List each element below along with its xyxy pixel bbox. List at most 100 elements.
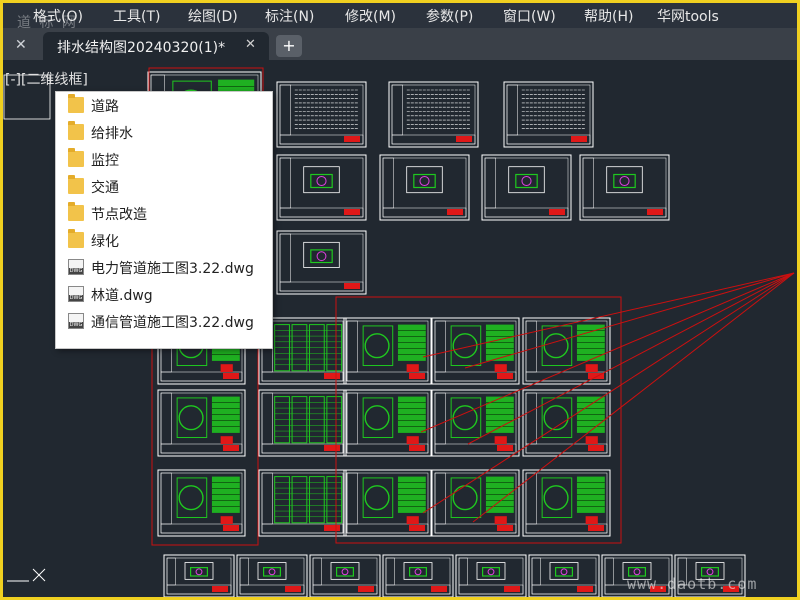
title-block-mark <box>409 373 425 379</box>
title-block-mark <box>409 525 425 531</box>
viewport-controls[interactable]: [-][二维线框] <box>5 69 88 89</box>
detail-outline <box>257 562 287 580</box>
stamp <box>585 436 598 445</box>
title-block-mark <box>324 445 340 451</box>
stamp <box>406 436 419 445</box>
left-column <box>458 557 468 586</box>
menu-dimension[interactable]: 标注(N) <box>265 6 314 26</box>
list-item[interactable]: 给排水 <box>56 119 272 146</box>
detail-circle <box>419 175 430 187</box>
list-item[interactable]: 交通 <box>56 173 272 200</box>
plan-circle <box>364 405 390 431</box>
left-column <box>279 84 291 136</box>
left-column <box>382 157 394 209</box>
file-dropdown: 道路 给排水 监控 交通 节点改造 绿化 电力管道施工图3.22.dwg 林道.… <box>55 91 273 349</box>
ucs-icon <box>7 568 46 582</box>
stamp <box>220 436 233 445</box>
left-column <box>385 557 395 586</box>
plan-circle <box>178 485 204 511</box>
watermark-bottom: www.daotb.com <box>627 575 758 593</box>
left-column <box>525 472 537 525</box>
detail-circle <box>341 568 349 576</box>
rebar-table <box>397 396 426 433</box>
menu-draw[interactable]: 绘图(D) <box>188 6 238 26</box>
list-item[interactable]: 绿化 <box>56 227 272 254</box>
autocad-window: 格式(O) 工具(T) 绘图(D) 标注(N) 修改(M) 参数(P) 窗口(W… <box>0 0 800 600</box>
title-block-mark <box>431 586 447 592</box>
detail-circle <box>414 568 422 576</box>
rebar-table <box>211 396 240 433</box>
folder-icon <box>68 121 84 140</box>
list-item[interactable]: 电力管道施工图3.22.dwg <box>56 254 272 281</box>
tab-close-icon[interactable]: ✕ <box>15 37 27 53</box>
title-block-mark <box>409 445 425 451</box>
dwg-file-icon <box>68 286 84 302</box>
list-item[interactable]: 监控 <box>56 146 272 173</box>
stamp <box>494 436 507 445</box>
title-block-mark <box>497 373 513 379</box>
menu-bar: 格式(O) 工具(T) 绘图(D) 标注(N) 修改(M) 参数(P) 窗口(W… <box>3 3 797 31</box>
stamp <box>220 364 233 373</box>
title-block-mark <box>344 136 360 142</box>
left-column <box>391 84 403 136</box>
list-item[interactable]: 林道.dwg <box>56 281 272 308</box>
menu-huawang-tools[interactable]: 华网tools <box>657 6 719 26</box>
list-item[interactable]: 通信管道施工图3.22.dwg <box>56 308 272 335</box>
folder-icon <box>68 94 84 113</box>
left-column <box>261 472 273 525</box>
dwg-file-icon <box>68 259 84 275</box>
title-block-mark <box>571 136 587 142</box>
list-item[interactable]: 节点改造 <box>56 200 272 227</box>
title-block-mark <box>223 445 239 451</box>
menu-window[interactable]: 窗口(W) <box>503 6 556 26</box>
left-column <box>582 157 594 209</box>
stamp <box>406 364 419 373</box>
title-block-mark <box>223 525 239 531</box>
left-column <box>346 472 358 525</box>
menu-parameter[interactable]: 参数(P) <box>426 6 473 26</box>
detail-circle <box>560 568 568 576</box>
folder-icon <box>68 229 84 248</box>
detail-outline <box>549 562 579 580</box>
left-column <box>279 157 291 209</box>
menu-modify[interactable]: 修改(M) <box>345 6 396 26</box>
menu-tools[interactable]: 工具(T) <box>113 6 160 26</box>
tab-drawing[interactable]: 排水结构图20240320(1)* ✕ <box>43 32 269 60</box>
rebar-table <box>576 396 605 433</box>
new-tab-button[interactable]: + <box>276 35 302 57</box>
left-column <box>261 392 273 445</box>
list-item[interactable]: 道路 <box>56 92 272 119</box>
plan-circle <box>364 485 390 511</box>
title-block-mark <box>456 136 472 142</box>
left-column <box>434 320 446 373</box>
folder-icon <box>68 175 84 194</box>
detail-circle <box>195 568 203 576</box>
title-block-mark <box>588 445 604 451</box>
left-column <box>604 557 614 586</box>
left-column <box>166 557 176 586</box>
title-block-mark <box>285 586 301 592</box>
title-block-mark <box>212 586 228 592</box>
title-block-mark <box>588 525 604 531</box>
left-column <box>346 320 358 373</box>
left-column <box>239 557 249 586</box>
left-column <box>525 320 537 373</box>
title-block-mark <box>497 445 513 451</box>
folder-icon <box>68 148 84 167</box>
rebar-table <box>397 324 426 361</box>
detail-circle <box>619 175 630 187</box>
close-icon[interactable]: ✕ <box>245 37 256 52</box>
menu-help[interactable]: 帮助(H) <box>584 6 633 26</box>
rebar-table <box>485 476 514 513</box>
rebar-table <box>211 476 240 513</box>
folder-icon <box>68 202 84 221</box>
title-block-mark <box>324 525 340 531</box>
left-column <box>484 157 496 209</box>
title-block-mark <box>504 586 520 592</box>
callout-line <box>467 272 795 445</box>
dwg-file-icon <box>68 313 84 329</box>
callout-line <box>472 272 795 523</box>
left-column <box>346 392 358 445</box>
detail-circle <box>706 568 714 576</box>
title-block-mark <box>344 209 360 215</box>
